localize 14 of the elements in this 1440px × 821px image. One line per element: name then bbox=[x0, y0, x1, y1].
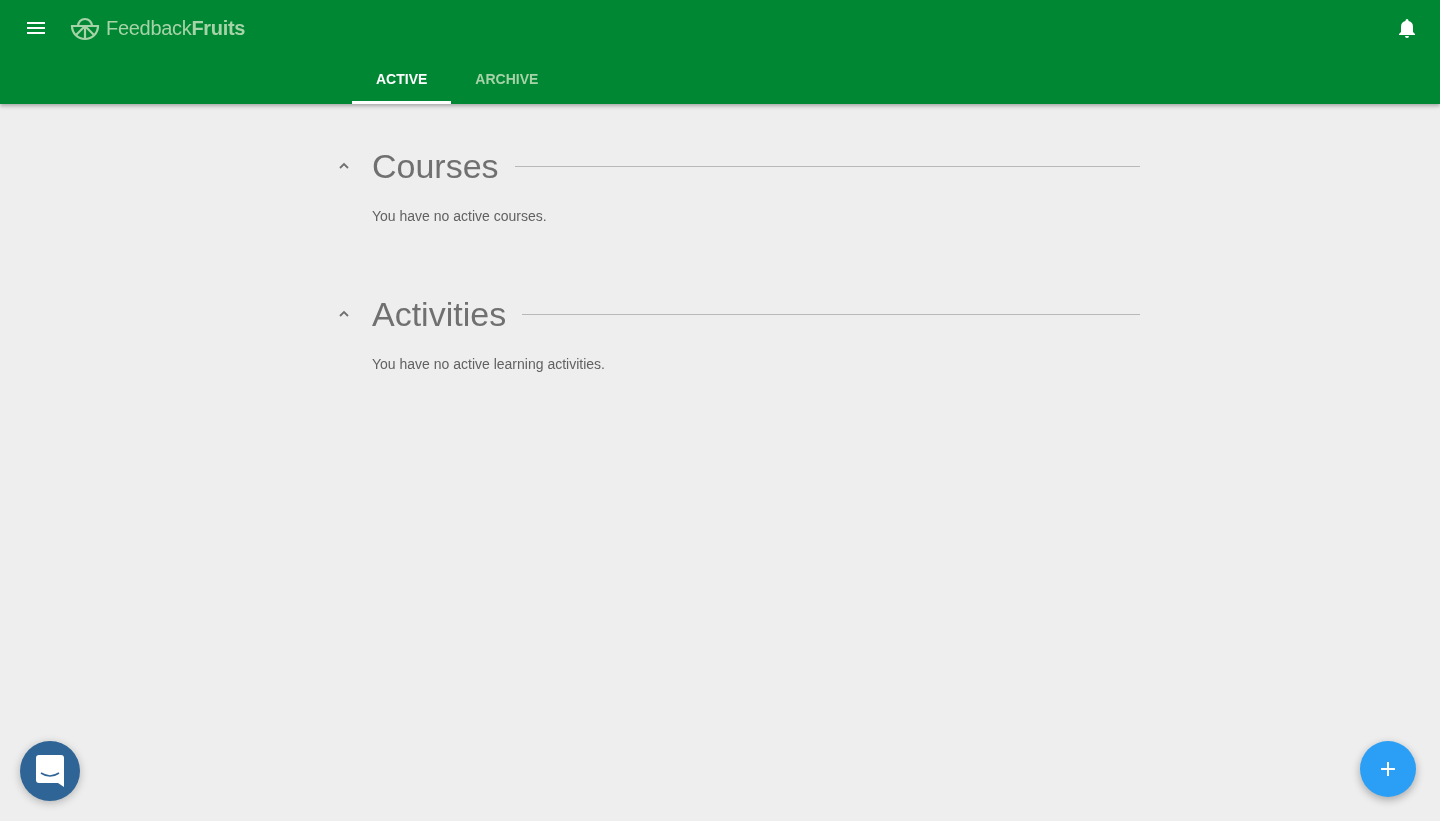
notifications-button[interactable] bbox=[1398, 18, 1416, 38]
logo-icon bbox=[70, 15, 100, 41]
chat-button[interactable] bbox=[20, 741, 80, 801]
bell-icon bbox=[1398, 18, 1416, 38]
chat-icon bbox=[36, 755, 64, 787]
plus-icon bbox=[1381, 762, 1395, 776]
logo-text[interactable]: FeedbackFruits bbox=[106, 16, 246, 40]
tab[interactable]: ARCHIVE bbox=[451, 56, 563, 104]
tab[interactable]: ACTIVE bbox=[352, 56, 452, 104]
section-title: Courses bbox=[372, 146, 499, 186]
empty-message: You have no active learning activities. bbox=[372, 356, 606, 372]
add-button[interactable] bbox=[1360, 741, 1416, 797]
section-title: Activities bbox=[372, 294, 507, 334]
empty-message: You have no active courses. bbox=[372, 208, 548, 224]
